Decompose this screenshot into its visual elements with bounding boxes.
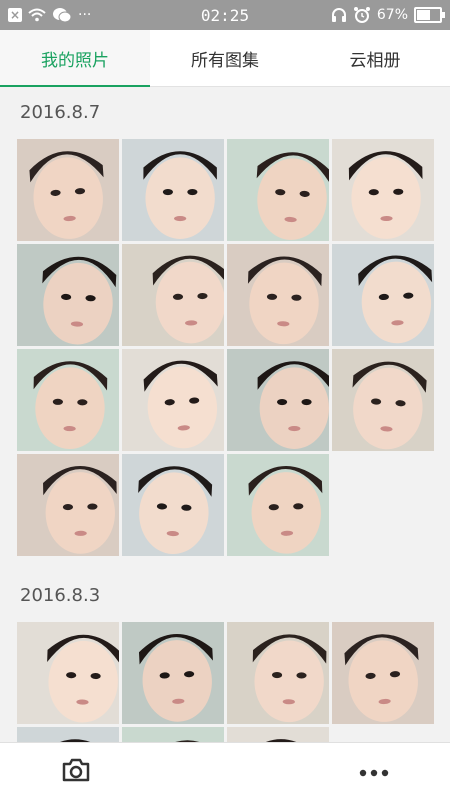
photo-thumbnail[interactable]: [332, 244, 434, 346]
bottom-toolbar: [0, 742, 450, 800]
more-icon: [359, 762, 389, 781]
section-date: 2016.8.7: [20, 102, 101, 123]
photo-thumbnail[interactable]: [122, 727, 226, 742]
photo-thumbnail[interactable]: [227, 244, 329, 346]
photo-thumbnail[interactable]: [227, 622, 329, 724]
photo-grid: [0, 622, 450, 742]
photo-thumbnail[interactable]: [227, 727, 329, 742]
wifi-icon: [28, 8, 46, 22]
tab-my-photos[interactable]: 我的照片: [0, 30, 150, 87]
photo-thumbnail[interactable]: [332, 622, 434, 724]
headset-icon: [331, 7, 347, 23]
battery-icon: [414, 7, 445, 23]
wechat-icon: [52, 7, 72, 23]
photo-thumbnail[interactable]: [17, 727, 119, 742]
camera-button[interactable]: [58, 754, 94, 790]
photo-thumbnail[interactable]: [122, 454, 224, 556]
photo-thumbnail[interactable]: [227, 139, 331, 241]
more-button[interactable]: [356, 754, 392, 790]
photo-thumbnail[interactable]: [122, 349, 224, 451]
tab-cloud-album[interactable]: 云相册: [300, 30, 450, 86]
photo-thumbnail[interactable]: [17, 622, 121, 724]
photo-list[interactable]: 2016.8.7 2016.8.3: [0, 87, 450, 742]
photo-grid: [0, 139, 450, 556]
photo-thumbnail[interactable]: [17, 454, 119, 556]
photo-thumbnail[interactable]: [17, 349, 119, 451]
photo-thumbnail[interactable]: [17, 244, 119, 346]
photo-thumbnail[interactable]: [122, 139, 224, 241]
photo-thumbnail[interactable]: [227, 454, 329, 556]
status-time: 02:25: [200, 5, 250, 25]
tab-all-albums[interactable]: 所有图集: [150, 30, 300, 86]
battery-percent: 67%: [376, 7, 408, 23]
photo-thumbnail[interactable]: [227, 349, 332, 451]
tab-bar: 我的照片 所有图集 云相册: [0, 30, 450, 87]
notification-dots: ···: [78, 7, 92, 23]
photo-thumbnail[interactable]: [332, 349, 434, 451]
photo-thumbnail[interactable]: [332, 139, 434, 241]
photo-thumbnail[interactable]: [122, 244, 227, 346]
camera-icon: [61, 757, 91, 787]
close-notification-icon: ×: [8, 8, 22, 22]
status-bar: × ··· 02:25 67%: [0, 0, 450, 30]
photo-thumbnail[interactable]: [122, 622, 224, 724]
photo-thumbnail[interactable]: [17, 139, 119, 241]
alarm-icon: [353, 6, 371, 24]
section-date: 2016.8.3: [20, 585, 101, 606]
